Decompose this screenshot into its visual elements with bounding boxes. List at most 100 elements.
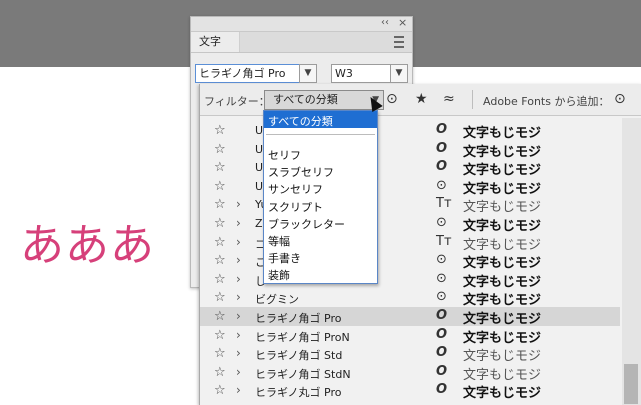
font-sample: 文字もじモジ (463, 311, 542, 327)
font-sample: 文字もじモジ (463, 293, 542, 309)
adobe-fonts-icon: ⊙ (436, 177, 447, 193)
dropdown-option[interactable]: ブラックレター (268, 216, 345, 232)
chevron-right-icon[interactable]: › (236, 272, 241, 286)
font-sample: 文字もじモジ (463, 237, 542, 253)
chevron-down-icon[interactable]: ▼ (390, 64, 408, 83)
filter-label: フィルター： (204, 95, 270, 108)
truetype-icon: Tт (436, 233, 452, 249)
dropdown-option[interactable]: セリフ (268, 147, 301, 163)
font-sample: 文字もじモジ (463, 181, 542, 197)
dropdown-option[interactable]: サンセリフ (268, 181, 323, 197)
opentype-icon: O (436, 363, 448, 379)
dropdown-option[interactable]: 装飾 (268, 267, 290, 283)
font-name: ヒラギノ角ゴ Pro (255, 311, 342, 325)
chevron-right-icon[interactable]: › (236, 346, 241, 360)
font-sample: 文字もじモジ (463, 126, 542, 141)
dropdown-option-label: すべての分類 (268, 115, 333, 128)
font-name: ヒラギノ角ゴ ProN (255, 330, 350, 344)
toolbar-divider (472, 90, 473, 109)
chevron-right-icon[interactable]: › (236, 383, 241, 397)
font-style-field[interactable]: W3 (331, 64, 392, 83)
font-row[interactable]: ☆ › ヒラギノ角ゴ Pro O 文字もじモジ (200, 306, 620, 327)
chevron-right-icon[interactable]: › (236, 197, 241, 211)
favorite-star-icon[interactable]: ☆ (214, 253, 226, 268)
dropdown-option-selected[interactable]: すべての分類 (264, 111, 377, 128)
favorite-star-icon[interactable]: ☆ (214, 346, 226, 361)
chevron-right-icon[interactable]: › (236, 328, 241, 342)
font-sample: 文字もじモジ (463, 256, 542, 272)
dropdown-option[interactable]: 等幅 (268, 233, 290, 249)
font-name: ヒラギノ角ゴ StdN (255, 367, 351, 381)
font-name: ビグミン (255, 293, 299, 307)
font-sample: 文字もじモジ (463, 144, 542, 160)
filter-dropdown: すべての分類 セリフ スラブセリフ サンセリフスクリプト ブラックレター 等幅 手書き 装飾 (263, 110, 378, 284)
favorite-star-icon[interactable]: ☆ (214, 328, 226, 343)
font-sample: 文字もじモジ (463, 367, 542, 383)
similar-fonts-icon[interactable]: ≈ (443, 91, 455, 107)
filter-select-value: すべての分類 (273, 93, 338, 106)
adobe-fonts-filter-icon[interactable]: ⊙ (386, 91, 398, 107)
dropdown-divider (266, 134, 375, 135)
panel-menu-icon[interactable] (394, 36, 404, 48)
favorite-star-icon[interactable]: ☆ (214, 383, 226, 398)
font-sample: 文字もじモジ (463, 218, 542, 234)
panel-title-bar[interactable] (191, 17, 412, 32)
font-sample: 文字もじモジ (463, 349, 542, 365)
dropdown-option[interactable]: スクリプト (268, 199, 323, 215)
font-sample: 文字もじモジ (463, 386, 542, 402)
font-list-scrollbar[interactable] (622, 118, 641, 405)
chevron-right-icon[interactable]: › (236, 309, 241, 323)
chevron-right-icon[interactable]: › (236, 290, 241, 304)
favorites-star-icon[interactable]: ★ (415, 91, 428, 107)
favorite-star-icon[interactable]: ☆ (214, 272, 226, 287)
adobe-fonts-icon: ⊙ (436, 270, 447, 286)
font-sample: 文字もじモジ (463, 274, 542, 290)
opentype-icon: O (436, 345, 448, 361)
chevron-right-icon[interactable]: › (236, 235, 241, 249)
favorite-star-icon[interactable]: ☆ (214, 123, 226, 138)
dropdown-option[interactable]: スラブセリフ (268, 164, 334, 180)
tab-character[interactable]: 文字 (191, 32, 240, 52)
favorite-star-icon[interactable]: ☆ (214, 290, 226, 305)
scrollbar-thumb[interactable] (624, 364, 638, 404)
font-row[interactable]: ☆ › ビグミン ⊙ 文字もじモジ (200, 288, 620, 309)
favorite-star-icon[interactable]: ☆ (214, 142, 226, 157)
font-row[interactable]: ☆ › ヒラギノ角ゴ Std O 文字もじモジ (200, 344, 620, 365)
font-name: ヒラギノ角ゴ Std (255, 349, 343, 363)
font-row[interactable]: ☆ › ヒラギノ角ゴ ProN O 文字もじモジ (200, 326, 620, 346)
opentype-icon: O (436, 307, 448, 323)
chevron-right-icon[interactable]: › (236, 216, 241, 230)
adobe-fonts-icon: ⊙ (436, 289, 447, 305)
font-row[interactable]: ☆ › ヒラギノ丸ゴ Pro O 文字もじモジ (200, 381, 620, 402)
font-name: ヒラギノ丸ゴ Pro (255, 386, 342, 400)
font-sample: 文字もじモジ (463, 163, 542, 179)
favorite-star-icon[interactable]: ☆ (214, 365, 226, 380)
font-family-field[interactable]: ヒラギノ角ゴ Pro (195, 64, 304, 83)
font-sample: 文字もじモジ (463, 200, 542, 216)
opentype-icon: O (436, 382, 448, 398)
opentype-icon: O (436, 140, 448, 156)
favorite-star-icon[interactable]: ☆ (214, 197, 226, 212)
font-sample: 文字もじモジ (463, 330, 542, 346)
chevron-right-icon[interactable]: › (236, 365, 241, 379)
add-from-adobe-fonts-label: Adobe Fonts から追加： (483, 95, 610, 108)
favorite-star-icon[interactable]: ☆ (214, 309, 226, 324)
favorite-star-icon[interactable]: ☆ (214, 216, 226, 231)
close-icon[interactable]: × (398, 16, 407, 29)
dropdown-option[interactable]: 手書き (268, 250, 301, 266)
document-sample-text: あああ (20, 220, 155, 271)
favorite-star-icon[interactable]: ☆ (214, 179, 226, 194)
font-row[interactable]: ☆ › ヒラギノ角ゴ StdN O 文字もじモジ (200, 363, 620, 383)
adobe-fonts-icon: ⊙ (436, 252, 447, 268)
chevron-down-icon[interactable]: ▼ (299, 64, 317, 83)
opentype-icon: O (436, 326, 448, 342)
opentype-icon: O (436, 159, 448, 175)
collapse-icon[interactable]: ‹‹ (381, 17, 389, 28)
adobe-fonts-icon: ⊙ (436, 214, 447, 230)
chevron-right-icon[interactable]: › (236, 253, 241, 267)
opentype-icon: O (436, 122, 448, 137)
favorite-star-icon[interactable]: ☆ (214, 235, 226, 250)
adobe-fonts-add-icon[interactable]: ⊙ (614, 91, 626, 107)
truetype-icon: Tт (436, 196, 452, 212)
favorite-star-icon[interactable]: ☆ (214, 160, 226, 175)
